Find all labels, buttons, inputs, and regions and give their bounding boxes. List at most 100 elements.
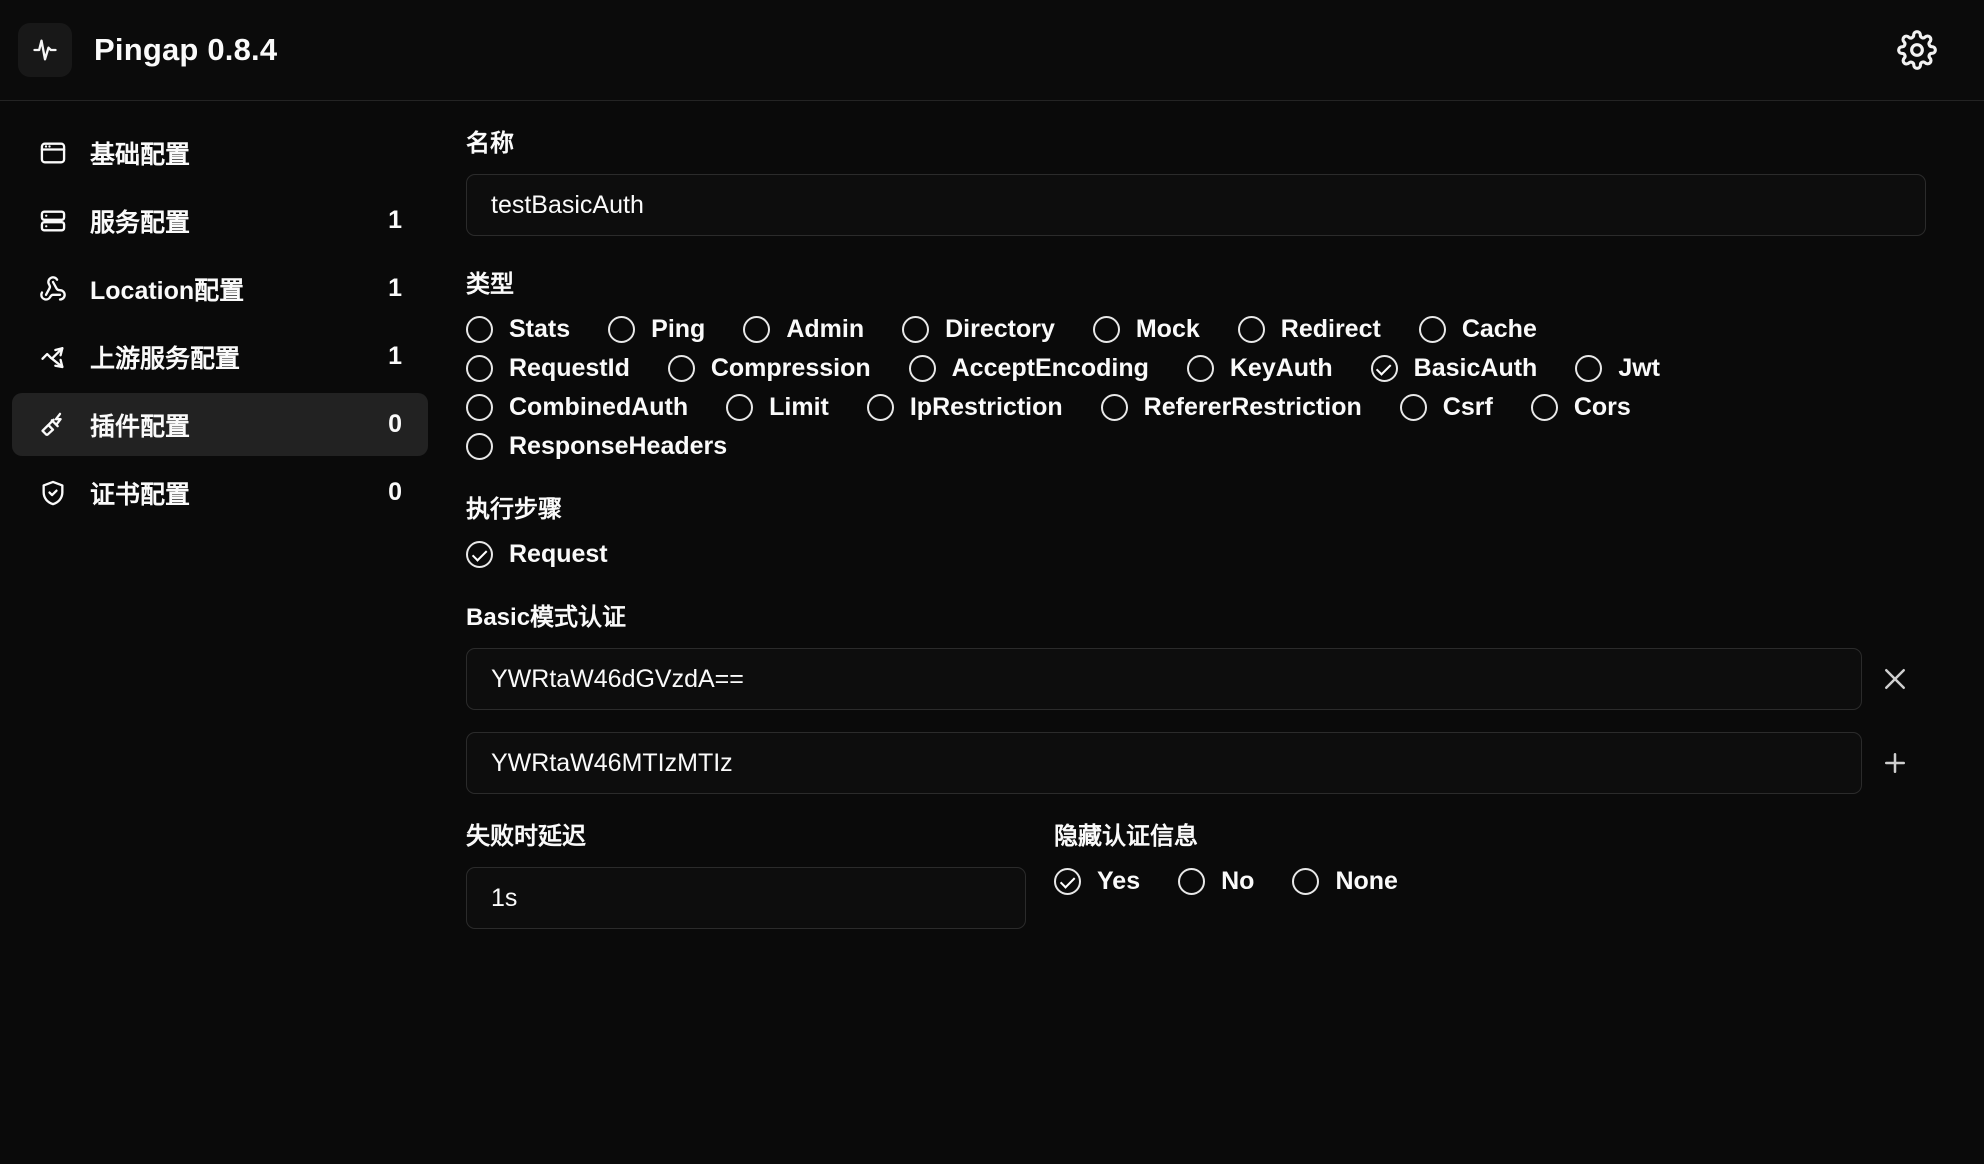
radio-option-limit[interactable]: Limit bbox=[726, 393, 829, 422]
hide-credentials-group: 隐藏认证信息 Yes No None bbox=[1054, 816, 1926, 929]
radio-option-responseheaders[interactable]: ResponseHeaders bbox=[466, 432, 727, 461]
sidebar-item-badge: 0 bbox=[388, 478, 402, 506]
radio-option-jwt[interactable]: Jwt bbox=[1575, 354, 1660, 383]
sidebar-item-plugin-config[interactable]: 插件配置 0 bbox=[12, 393, 428, 456]
radio-label: None bbox=[1335, 867, 1398, 895]
radio-label: Request bbox=[509, 540, 608, 568]
radio-option-cache[interactable]: Cache bbox=[1418, 315, 1537, 344]
webhook-icon bbox=[38, 274, 68, 304]
radio-label: AcceptEncoding bbox=[951, 354, 1149, 382]
radio-option-keyauth[interactable]: KeyAuth bbox=[1186, 354, 1333, 383]
radio-option-iprestriction[interactable]: IpRestriction bbox=[866, 393, 1063, 422]
sidebar-item-label: 服务配置 bbox=[90, 208, 191, 237]
network-arrows-icon bbox=[38, 342, 68, 372]
remove-basic-auth-button[interactable] bbox=[1864, 648, 1926, 710]
radio-option-directory[interactable]: Directory bbox=[902, 315, 1055, 344]
radio-option-cors[interactable]: Cors bbox=[1530, 393, 1631, 422]
radio-option-no[interactable]: No bbox=[1178, 867, 1254, 896]
category-label: 类型 bbox=[466, 271, 514, 298]
sidebar-item-badge: 1 bbox=[388, 342, 402, 370]
basic-auth-row bbox=[466, 648, 1926, 710]
name-field-group: 名称 bbox=[466, 123, 1926, 236]
add-basic-auth-button[interactable] bbox=[1864, 732, 1926, 794]
category-group: 类型 Stats Ping Admin Directory Mock Redir… bbox=[466, 264, 1926, 461]
category-radio-grid: Stats Ping Admin Directory Mock Redirect… bbox=[466, 315, 1926, 461]
radio-option-mock[interactable]: Mock bbox=[1092, 315, 1200, 344]
radio-option-compression[interactable]: Compression bbox=[667, 354, 871, 383]
radio-label: Yes bbox=[1097, 867, 1141, 895]
sidebar-item-label: Location配置 bbox=[90, 276, 245, 305]
radio-option-combinedauth[interactable]: CombinedAuth bbox=[466, 393, 688, 422]
radio-option-redirect[interactable]: Redirect bbox=[1237, 315, 1381, 344]
radio-circle-icon bbox=[466, 316, 493, 343]
radio-circle-icon bbox=[466, 355, 493, 382]
radio-option-yes[interactable]: Yes bbox=[1054, 867, 1140, 896]
radio-option-acceptencoding[interactable]: AcceptEncoding bbox=[908, 354, 1149, 383]
step-group: 执行步骤 Request bbox=[466, 489, 1926, 569]
radio-option-admin[interactable]: Admin bbox=[743, 315, 864, 344]
radio-label: Csrf bbox=[1442, 393, 1493, 421]
category-radio-row: CombinedAuth Limit IpRestriction Referer… bbox=[466, 393, 1926, 422]
radio-label: Admin bbox=[786, 315, 865, 343]
radio-option-none[interactable]: None bbox=[1292, 867, 1398, 896]
radio-label: Compression bbox=[710, 354, 871, 382]
radio-option-ping[interactable]: Ping bbox=[608, 315, 705, 344]
sidebar-item-upstream-config[interactable]: 上游服务配置 1 bbox=[12, 325, 428, 388]
settings-button[interactable] bbox=[1890, 23, 1944, 77]
basic-auth-input-2[interactable] bbox=[466, 732, 1862, 794]
radio-circle-icon bbox=[908, 355, 936, 382]
delay-label: 失败时延迟 bbox=[466, 823, 586, 850]
app-window-icon bbox=[38, 138, 68, 168]
sidebar-item-label: 证书配置 bbox=[90, 480, 191, 509]
radio-circle-icon bbox=[1092, 316, 1120, 343]
radio-option-csrf[interactable]: Csrf bbox=[1399, 393, 1493, 422]
radio-check-icon bbox=[1370, 355, 1398, 382]
radio-label: BasicAuth bbox=[1413, 354, 1538, 382]
basic-auth-label: Basic模式认证 bbox=[466, 604, 627, 631]
close-icon bbox=[1880, 664, 1910, 694]
radio-label: No bbox=[1221, 867, 1255, 895]
sidebar-item-label: 上游服务配置 bbox=[90, 344, 241, 373]
sidebar-item-label: 基础配置 bbox=[90, 140, 191, 169]
radio-option-stats[interactable]: Stats bbox=[466, 315, 570, 344]
radio-label: Cors bbox=[1573, 393, 1631, 421]
radio-circle-icon bbox=[1178, 868, 1206, 895]
radio-circle-icon bbox=[1292, 868, 1320, 895]
name-input[interactable] bbox=[466, 174, 1926, 236]
radio-label: IpRestriction bbox=[909, 393, 1063, 421]
radio-check-icon bbox=[466, 541, 493, 568]
sidebar-item-certificate-config[interactable]: 证书配置 0 bbox=[12, 461, 428, 524]
sidebar-item-location-config[interactable]: Location配置 1 bbox=[12, 257, 428, 320]
radio-label: CombinedAuth bbox=[509, 393, 689, 421]
radio-label: Limit bbox=[769, 393, 829, 421]
delay-input[interactable] bbox=[466, 867, 1026, 929]
sidebar-item-basic-config[interactable]: 基础配置 bbox=[12, 121, 428, 184]
radio-circle-icon bbox=[1186, 355, 1214, 382]
radio-option-requestid[interactable]: RequestId bbox=[466, 354, 630, 383]
hide-credentials-radio-row: Yes No None bbox=[1054, 867, 1926, 896]
radio-option-request[interactable]: Request bbox=[466, 540, 608, 569]
sidebar-item-badge: 1 bbox=[388, 206, 402, 234]
radio-circle-icon bbox=[1237, 316, 1265, 343]
radio-circle-icon bbox=[667, 355, 695, 382]
radio-circle-icon bbox=[866, 394, 894, 421]
hide-credentials-label: 隐藏认证信息 bbox=[1054, 823, 1198, 850]
bottom-row: 失败时延迟 隐藏认证信息 Yes No bbox=[466, 816, 1926, 929]
radio-option-basicauth[interactable]: BasicAuth bbox=[1370, 354, 1538, 383]
plugin-config-form: 名称 类型 Stats Ping bbox=[440, 101, 1984, 1164]
radio-circle-icon bbox=[1418, 316, 1446, 343]
radio-label: RefererRestriction bbox=[1143, 393, 1362, 421]
gear-icon bbox=[1897, 30, 1937, 70]
sidebar-item-badge: 0 bbox=[388, 410, 402, 438]
sidebar-item-server-config[interactable]: 服务配置 1 bbox=[12, 189, 428, 252]
basic-auth-input-1[interactable] bbox=[466, 648, 1862, 710]
app-header: Pingap 0.8.4 bbox=[0, 0, 1984, 101]
step-label: 执行步骤 bbox=[466, 496, 562, 523]
sidebar-item-badge: 1 bbox=[388, 274, 402, 302]
radio-label: RequestId bbox=[509, 354, 630, 382]
name-field-label: 名称 bbox=[466, 130, 514, 157]
radio-label: KeyAuth bbox=[1229, 354, 1333, 382]
sidebar-item-label: 插件配置 bbox=[90, 412, 191, 441]
radio-label: Redirect bbox=[1280, 315, 1381, 343]
radio-option-refererrestriction[interactable]: RefererRestriction bbox=[1100, 393, 1362, 422]
